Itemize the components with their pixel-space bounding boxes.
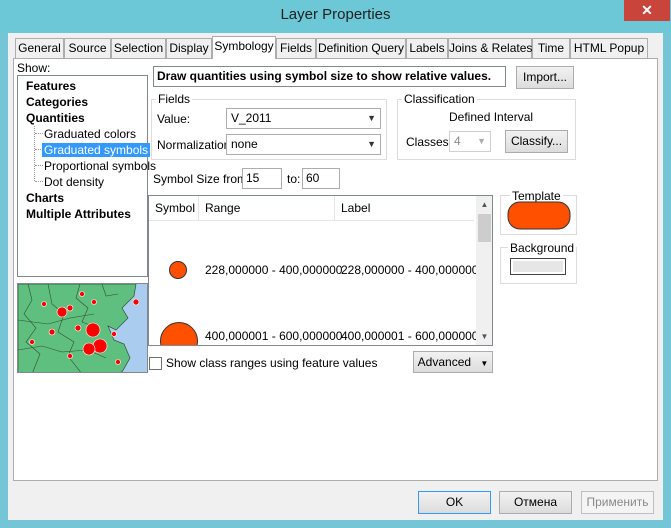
- renderer-tree[interactable]: Features Categories Quantities Graduated…: [17, 75, 156, 277]
- range-cell[interactable]: 400,000001 - 600,000000: [205, 329, 342, 343]
- tree-item-features[interactable]: Features: [26, 79, 76, 93]
- tab-symbology[interactable]: Symbology: [212, 36, 276, 59]
- classification-group-title: Classification: [402, 92, 477, 106]
- classes-select[interactable]: 4 ▼: [449, 131, 491, 152]
- column-header-symbol[interactable]: Symbol: [149, 196, 199, 220]
- classes-select-text: 4: [454, 134, 461, 148]
- tab-definition-query[interactable]: Definition Query: [316, 38, 406, 58]
- tab-joins-relates[interactable]: Joins & Relates: [448, 38, 532, 58]
- tree-item-graduated-symbols[interactable]: Graduated symbols: [42, 143, 151, 157]
- label-cell[interactable]: 228,000000 - 400,000000: [341, 263, 478, 277]
- scroll-up-icon[interactable]: ▲: [476, 196, 492, 213]
- close-button[interactable]: ✕: [624, 0, 670, 21]
- classification-method: Defined Interval: [449, 110, 534, 124]
- tab-labels[interactable]: Labels: [406, 38, 448, 58]
- label-cell[interactable]: 400,000001 - 600,000000: [341, 329, 476, 343]
- class-table[interactable]: Symbol Range Label 228,000000 - 400,0000…: [148, 195, 493, 346]
- show-label: Show:: [17, 61, 51, 75]
- tab-time[interactable]: Time: [532, 38, 570, 58]
- symbol-size-from-input[interactable]: 15: [242, 168, 282, 189]
- fields-group-title: Fields: [156, 92, 193, 106]
- tree-connector: [35, 165, 43, 166]
- symbol-size-from-label: Symbol Size from:: [153, 172, 251, 186]
- symbol-size-to-input[interactable]: 60: [302, 168, 340, 189]
- normalization-label: Normalization:: [157, 138, 234, 152]
- tree-item-charts[interactable]: Charts: [26, 191, 64, 205]
- chevron-down-icon: ▼: [477, 136, 486, 146]
- apply-button[interactable]: Применить: [581, 491, 654, 514]
- ok-button[interactable]: OK: [418, 491, 491, 514]
- table-row[interactable]: 228,000000 - 400,000000 228,000000 - 400…: [149, 258, 478, 282]
- tab-display[interactable]: Display: [166, 38, 212, 58]
- background-label: Background: [508, 241, 577, 255]
- tab-html-popup[interactable]: HTML Popup: [570, 38, 648, 58]
- import-button[interactable]: Import...: [516, 66, 574, 89]
- symbol-swatch[interactable]: [159, 321, 199, 345]
- normalization-select[interactable]: none ▼: [226, 134, 381, 155]
- tree-connector: [35, 133, 43, 134]
- tab-general[interactable]: General: [15, 38, 64, 58]
- symbol-size-to-label: to:: [287, 172, 301, 186]
- normalization-select-text: none: [231, 137, 258, 151]
- tab-fields[interactable]: Fields: [276, 38, 316, 58]
- tab-source[interactable]: Source: [64, 38, 111, 58]
- class-table-body: 228,000000 - 400,000000 228,000000 - 400…: [149, 220, 478, 345]
- vertical-scrollbar[interactable]: ▲ ▼: [476, 196, 492, 345]
- column-header-range[interactable]: Range: [199, 196, 335, 220]
- tree-item-graduated-colors[interactable]: Graduated colors: [44, 127, 136, 141]
- symbol-swatch[interactable]: [168, 260, 188, 280]
- template-symbol[interactable]: [507, 201, 571, 231]
- cancel-button[interactable]: Отмена: [499, 491, 572, 514]
- window-title: Layer Properties: [280, 6, 391, 23]
- column-header-label[interactable]: Label: [335, 196, 474, 220]
- show-class-ranges-label[interactable]: Show class ranges using feature values: [166, 356, 377, 370]
- class-table-header: Symbol Range Label: [149, 196, 474, 221]
- tree-item-dot-density[interactable]: Dot density: [44, 175, 104, 189]
- caret-down-icon: ▼: [480, 359, 489, 368]
- background-symbol[interactable]: [510, 258, 566, 275]
- chevron-down-icon: ▼: [367, 113, 376, 123]
- tab-selection[interactable]: Selection: [111, 38, 166, 58]
- tree-connector: [34, 126, 35, 181]
- value-select[interactable]: V_2011 ▼: [226, 108, 381, 129]
- advanced-button-label: Advanced: [417, 355, 472, 369]
- value-select-text: V_2011: [231, 111, 272, 125]
- value-label: Value:: [157, 112, 191, 126]
- tree-item-categories[interactable]: Categories: [26, 95, 88, 109]
- tree-item-proportional-symbols[interactable]: Proportional symbols: [44, 159, 156, 173]
- show-class-ranges-checkbox[interactable]: [149, 357, 162, 370]
- map-preview-image: [18, 284, 140, 372]
- advanced-button[interactable]: Advanced ▼: [413, 351, 493, 373]
- tree-item-multiple-attributes[interactable]: Multiple Attributes: [26, 207, 131, 221]
- renderer-description: Draw quantities using symbol size to sho…: [153, 66, 506, 87]
- scroll-down-icon[interactable]: ▼: [476, 328, 492, 345]
- chevron-down-icon: ▼: [367, 139, 376, 149]
- classify-button[interactable]: Classify...: [505, 130, 568, 153]
- classes-label: Classes:: [406, 135, 453, 149]
- range-cell[interactable]: 228,000000 - 400,000000: [205, 263, 342, 277]
- scroll-thumb[interactable]: [478, 214, 491, 242]
- table-row[interactable]: 400,000001 - 600,000000 400,000001 - 600…: [149, 318, 476, 345]
- tree-item-quantities[interactable]: Quantities: [26, 111, 85, 125]
- map-preview: [17, 283, 148, 373]
- tree-connector: [35, 181, 43, 182]
